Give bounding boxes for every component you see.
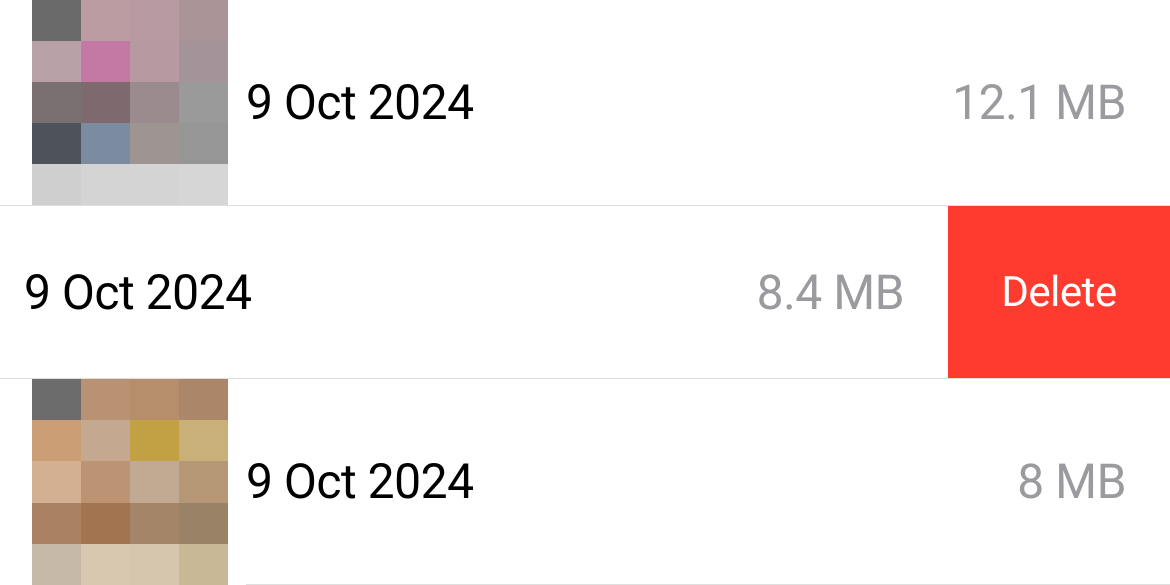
thumbnail [32,379,228,585]
list-item[interactable]: 9 Oct 2024 8 MB [0,379,1170,585]
item-size: 8.4 MB [757,264,904,321]
list-item-content: 9 Oct 2024 8 MB [246,379,1170,585]
item-date: 9 Oct 2024 [24,264,252,321]
list-item[interactable]: 9 Oct 2024 12.1 MB [0,0,1170,206]
item-date: 9 Oct 2024 [246,453,474,510]
list-item[interactable]: 9 Oct 2024 8.4 MB Delete [0,206,1170,379]
item-date: 9 Oct 2024 [246,74,474,131]
storage-list: 9 Oct 2024 12.1 MB 9 Oct 2024 8.4 MB Del… [0,0,1170,585]
thumbnail [32,0,228,205]
delete-button[interactable]: Delete [948,206,1170,378]
list-item-content: 9 Oct 2024 12.1 MB [246,0,1170,205]
list-item-content: 9 Oct 2024 8.4 MB [24,206,948,378]
item-size: 8 MB [1017,453,1126,510]
item-size: 12.1 MB [952,74,1126,131]
